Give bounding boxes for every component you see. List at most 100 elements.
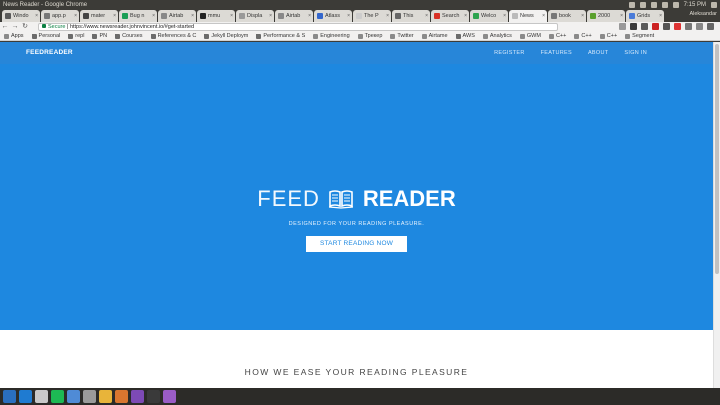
bookmark-item[interactable]: Engineering [313, 33, 350, 39]
tab-close-icon[interactable]: × [542, 10, 545, 22]
file-manager-icon[interactable] [83, 390, 96, 403]
bookmark-item[interactable]: Apps [4, 33, 24, 39]
link-icon [357, 33, 363, 39]
bookmark-label: Airtame [428, 33, 448, 39]
brand-link[interactable]: FEEDREADER [26, 42, 73, 64]
bookmark-item[interactable]: AWS [455, 33, 475, 39]
tab-close-icon[interactable]: × [230, 10, 233, 22]
tab-close-icon[interactable]: × [191, 10, 194, 22]
bookmark-label: Performance & S [263, 33, 306, 39]
bookmark-item[interactable]: GWM [519, 33, 541, 39]
bookmark-star-icon[interactable] [619, 23, 626, 30]
forward-icon[interactable]: → [10, 22, 20, 32]
extension-icon[interactable] [630, 23, 637, 30]
bookmark-item[interactable]: Analytics [482, 33, 512, 39]
bookmark-item[interactable]: References & C [150, 33, 196, 39]
browser-tab[interactable]: 2000 × [587, 10, 625, 22]
browser-tab[interactable]: Airtab × [275, 10, 313, 22]
bookmark-item[interactable]: C++ [599, 33, 617, 39]
nav-signin-link[interactable]: SIGN IN [624, 42, 647, 64]
bookmark-item[interactable]: C++ [574, 33, 592, 39]
tab-close-icon[interactable]: × [503, 10, 506, 22]
vscode-icon[interactable] [19, 390, 32, 403]
browser-tab[interactable]: Windo × [2, 10, 40, 22]
link-icon [519, 33, 525, 39]
opera-icon[interactable] [652, 23, 659, 30]
tab-close-icon[interactable]: × [113, 10, 116, 22]
tab-close-icon[interactable]: × [620, 10, 623, 22]
tab-close-icon[interactable]: × [35, 10, 38, 22]
extension-icon[interactable] [685, 23, 692, 30]
browser-tab[interactable]: Bug n × [119, 10, 157, 22]
files-icon[interactable] [3, 390, 16, 403]
scrollbar-thumb[interactable] [715, 44, 719, 274]
bookmark-item[interactable]: Twitter [390, 33, 414, 39]
profile-name[interactable]: Aleksandar [689, 11, 717, 17]
tab-close-icon[interactable]: × [464, 10, 467, 22]
tab-close-icon[interactable]: × [386, 10, 389, 22]
bookmark-label: Twitter [397, 33, 414, 39]
bookmark-item[interactable]: repl [68, 33, 84, 39]
browser-tab[interactable]: Airtab × [158, 10, 196, 22]
bookmark-item[interactable]: Segment [625, 33, 654, 39]
tab-close-icon[interactable]: × [308, 10, 311, 22]
nav-features-link[interactable]: FEATURES [541, 42, 572, 64]
tab-close-icon[interactable]: × [347, 10, 350, 22]
bookmark-item[interactable]: Personal [31, 33, 60, 39]
tab-close-icon[interactable]: × [425, 10, 428, 22]
nav-about-link[interactable]: ABOUT [588, 42, 608, 64]
tab-close-icon[interactable]: × [659, 10, 662, 22]
bookmark-item[interactable]: PN [92, 33, 107, 39]
browser-tab[interactable]: Search × [431, 10, 469, 22]
bookmark-label: Analytics [489, 33, 512, 39]
tab-strip: Aleksandar Windo × app.p × mater × Bug n × Airta… [0, 8, 720, 22]
tab-close-icon[interactable]: × [152, 10, 155, 22]
address-bar[interactable]: Secure | https://www.newsreader.johnvinc… [38, 23, 558, 31]
bookmark-item[interactable]: Courses [115, 33, 143, 39]
browser-tab[interactable]: Welco × [470, 10, 508, 22]
bookmark-label: repl [75, 33, 85, 39]
tab-favicon-icon [551, 13, 557, 19]
browser-tab[interactable]: mmu × [197, 10, 235, 22]
browser-tab[interactable]: Grids × [626, 10, 664, 22]
browser-tab[interactable]: book × [548, 10, 586, 22]
browser-tab[interactable]: The P × [353, 10, 391, 22]
browser-tab[interactable]: News × [509, 10, 547, 22]
tab-label: News [520, 13, 534, 19]
tab-close-icon[interactable]: × [581, 10, 584, 22]
tab-close-icon[interactable]: × [269, 10, 272, 22]
browser-tab[interactable]: app.p × [41, 10, 79, 22]
reload-icon[interactable]: ↻ [20, 22, 30, 32]
back-icon[interactable]: ← [0, 22, 10, 32]
browser-tab[interactable]: Displa × [236, 10, 274, 22]
app-icon[interactable] [163, 390, 176, 403]
firefox-icon[interactable] [115, 390, 128, 403]
bookmark-item[interactable]: Jekyll Deploym [204, 33, 248, 39]
bookmark-item[interactable]: C++ [548, 33, 566, 39]
tab-label: Displa [247, 13, 263, 19]
terminal-icon[interactable] [147, 390, 160, 403]
browser-tab[interactable]: mater × [80, 10, 118, 22]
mail-icon[interactable] [67, 390, 80, 403]
extension-icon[interactable] [696, 23, 703, 30]
extension-icon[interactable] [674, 23, 681, 30]
page-scrollbar[interactable] [713, 42, 720, 388]
bookmark-item[interactable]: Airtame [421, 33, 448, 39]
extension-icon[interactable] [641, 23, 648, 30]
chrome-icon[interactable] [99, 390, 112, 403]
extension-icon[interactable] [663, 23, 670, 30]
tab-label: Airtab [169, 13, 184, 19]
spotify-icon[interactable] [51, 390, 64, 403]
tab-favicon-icon [239, 13, 245, 19]
tab-favicon-icon [122, 13, 128, 19]
menu-icon[interactable] [707, 23, 714, 30]
nav-register-link[interactable]: REGISTER [494, 42, 525, 64]
bookmark-item[interactable]: Performance & S [256, 33, 305, 39]
browser-tab[interactable]: This × [392, 10, 430, 22]
browser-tab[interactable]: Atlass × [314, 10, 352, 22]
start-reading-button[interactable]: START READING NOW [306, 236, 407, 252]
viber-icon[interactable] [131, 390, 144, 403]
libreoffice-icon[interactable] [35, 390, 48, 403]
tab-close-icon[interactable]: × [74, 10, 77, 22]
bookmark-item[interactable]: Трекер [357, 33, 382, 39]
